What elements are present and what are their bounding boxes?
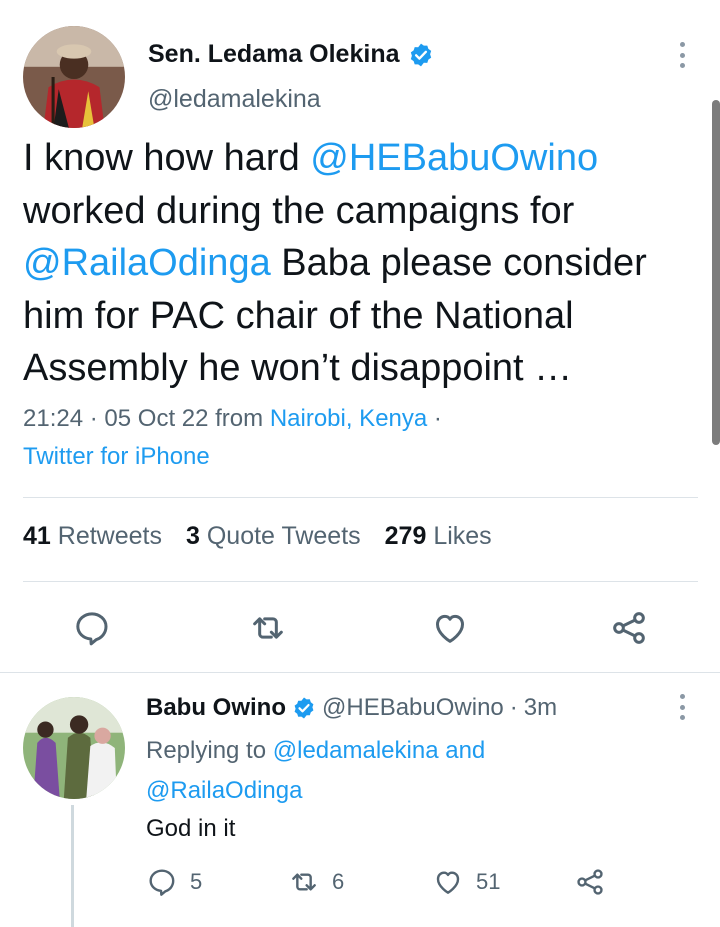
author-avatar[interactable]	[23, 26, 125, 128]
replying-prefix: Replying to	[146, 737, 267, 764]
tweet-text-part: I know how hard	[23, 137, 311, 179]
verified-badge-icon	[408, 42, 434, 68]
replying-user-link[interactable]: @RailaOdinga	[146, 777, 302, 804]
reply-author-avatar[interactable]	[23, 697, 125, 799]
like-icon	[432, 866, 464, 898]
tweet-time[interactable]: 21:24	[23, 405, 83, 432]
divider	[23, 581, 698, 582]
reply-likes-count: 51	[476, 869, 501, 894]
replying-and[interactable]: and	[445, 737, 485, 764]
meta-separator: ·	[89, 405, 98, 432]
replying-to: Replying to @ledamalekina and @RailaOdin…	[146, 731, 666, 811]
reply-retweet-action[interactable]: 6	[288, 866, 344, 898]
tweet-text: I know how hard @HEBabuOwino worked duri…	[23, 132, 693, 395]
like-icon[interactable]	[430, 608, 470, 648]
more-options-icon[interactable]	[676, 42, 688, 68]
author-name-text: Sen. Ledama Olekina	[148, 40, 400, 68]
reply-replies-count: 5	[190, 869, 203, 894]
replying-user-link[interactable]: @ledamalekina	[273, 737, 439, 764]
mention-link-hebabuowino[interactable]: @HEBabuOwino	[310, 137, 598, 179]
meta-separator: ·	[509, 694, 518, 721]
author-name[interactable]: Sen. Ledama Olekina	[148, 40, 434, 69]
reply-age[interactable]: 3m	[524, 694, 557, 722]
retweets-label: Retweets	[57, 522, 162, 550]
reply-icon	[146, 866, 178, 898]
reply-header: Babu Owino @HEBabuOwino · 3m	[146, 694, 557, 722]
share-icon	[574, 866, 606, 898]
divider	[0, 672, 720, 673]
from-label: from	[215, 405, 264, 432]
reply-retweets-count: 6	[332, 869, 345, 894]
client-link[interactable]: Twitter for iPhone	[23, 443, 210, 470]
tweet-meta: 21:24 · 05 Oct 22 from Nairobi, Kenya · …	[23, 400, 693, 476]
thread-line	[71, 805, 74, 927]
quotes-stat[interactable]: 3 Quote Tweets	[186, 522, 361, 551]
retweets-stat[interactable]: 41 Retweets	[23, 522, 162, 551]
quotes-count: 3	[185, 522, 200, 550]
likes-count: 279	[384, 522, 427, 550]
quotes-label: Quote Tweets	[206, 522, 361, 550]
retweet-icon	[288, 866, 320, 898]
share-icon[interactable]	[609, 608, 649, 648]
reply-share-action[interactable]	[574, 866, 606, 898]
scrollbar[interactable]	[712, 100, 720, 445]
author-handle[interactable]: @ledamalekina	[148, 85, 321, 114]
likes-stat[interactable]: 279 Likes	[385, 522, 492, 551]
location-link[interactable]: Nairobi, Kenya	[270, 405, 427, 432]
reply-author-handle[interactable]: @HEBabuOwino	[322, 694, 504, 722]
likes-label: Likes	[433, 522, 492, 550]
retweets-count: 41	[23, 522, 51, 550]
tweet-stats: 41 Retweets 3 Quote Tweets 279 Likes	[23, 522, 492, 551]
tweet-text-part: worked during the campaigns for	[23, 189, 575, 232]
reply-like-action[interactable]: 51	[432, 866, 500, 898]
reply-author-name[interactable]: Babu Owino	[146, 694, 286, 722]
verified-badge-icon	[292, 696, 316, 720]
tweet-date[interactable]: 05 Oct 22	[104, 405, 208, 432]
reply-icon[interactable]	[72, 608, 112, 648]
reply-text: God in it	[146, 815, 236, 842]
meta-separator: ·	[433, 405, 442, 432]
mention-link-railaodinga[interactable]: @RailaOdinga	[23, 242, 271, 284]
reply-reply-action[interactable]: 5	[146, 866, 202, 898]
divider	[23, 497, 698, 498]
retweet-icon[interactable]	[248, 608, 288, 648]
more-options-icon[interactable]	[676, 694, 688, 720]
